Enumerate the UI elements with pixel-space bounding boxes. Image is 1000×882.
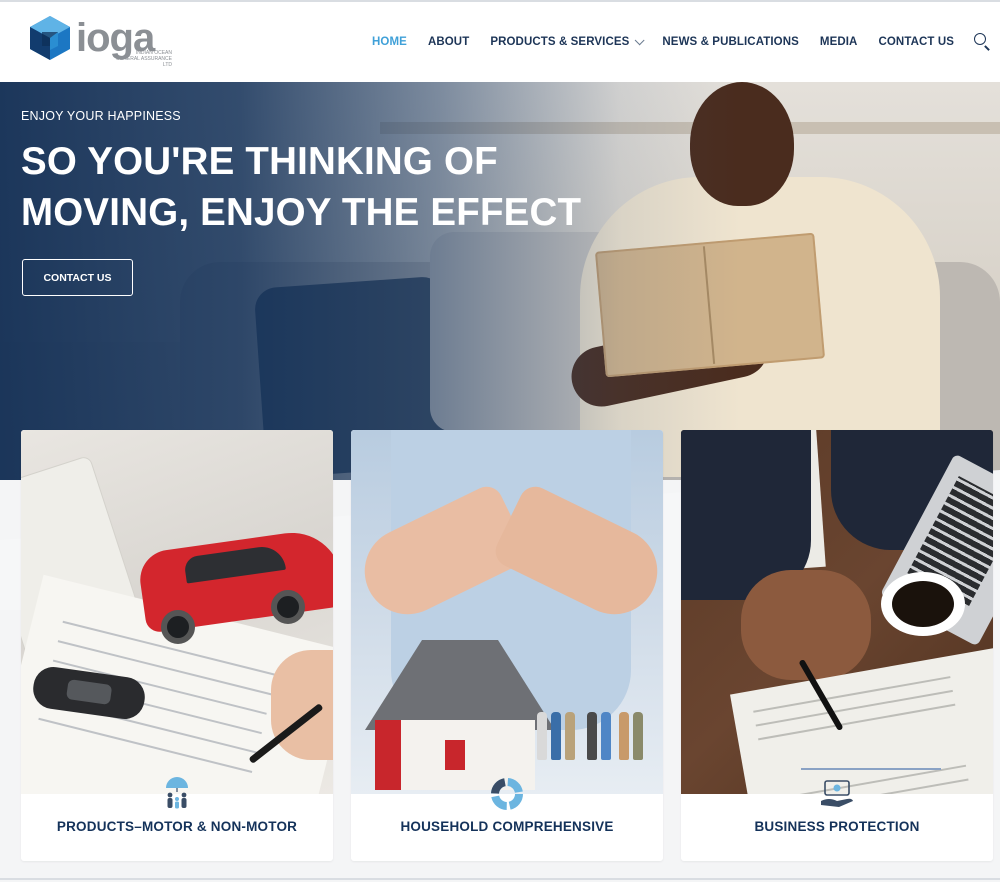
- nav-about[interactable]: ABOUT: [428, 36, 469, 48]
- nav-media[interactable]: MEDIA: [820, 36, 858, 48]
- nav-home[interactable]: HOME: [372, 36, 407, 48]
- money-hand-icon: [819, 776, 855, 812]
- hero-tagline: ENJOY YOUR HAPPINESS: [21, 109, 181, 123]
- family-umbrella-icon: [159, 776, 195, 812]
- nav-products-services[interactable]: PRODUCTS & SERVICES: [490, 34, 645, 48]
- card-business-protection[interactable]: BUSINESS PROTECTION: [681, 430, 993, 861]
- main-nav: HOME ABOUT PRODUCTS & SERVICES NEWS & PU…: [351, 2, 992, 82]
- card-title: PRODUCTS–MOTOR & NON-MOTOR: [56, 819, 298, 834]
- logo-cube-icon: [30, 16, 70, 60]
- card-photo-house-hands: [351, 430, 663, 794]
- hero-contact-button[interactable]: CONTACT US: [22, 259, 133, 296]
- chevron-down-icon: [635, 34, 645, 45]
- bottom-border: [0, 878, 1000, 880]
- nav-contact-us[interactable]: CONTACT US: [878, 36, 954, 48]
- logo-subtext: INDIAN OCEAN GENERAL ASSURANCE LTD: [116, 50, 172, 68]
- card-photo-business-documents: [681, 430, 993, 794]
- ring-segments-icon: [489, 776, 525, 812]
- card-title: BUSINESS PROTECTION: [754, 819, 920, 834]
- ioga-logo[interactable]: ioga INDIAN OCEAN GENERAL ASSURANCE LTD: [30, 14, 172, 74]
- card-photo-car-keys: [21, 430, 333, 794]
- nav-news-publications[interactable]: NEWS & PUBLICATIONS: [662, 36, 799, 48]
- card-title: HOUSEHOLD COMPREHENSIVE: [400, 819, 614, 834]
- site-header: ioga INDIAN OCEAN GENERAL ASSURANCE LTD …: [0, 2, 1000, 82]
- search-icon[interactable]: [972, 32, 992, 52]
- card-motor-non-motor[interactable]: PRODUCTS–MOTOR & NON-MOTOR: [21, 430, 333, 861]
- card-household-comprehensive[interactable]: HOUSEHOLD COMPREHENSIVE: [351, 430, 663, 861]
- hero-title: SO YOU'RE THINKING OF MOVING, ENJOY THE …: [21, 140, 582, 234]
